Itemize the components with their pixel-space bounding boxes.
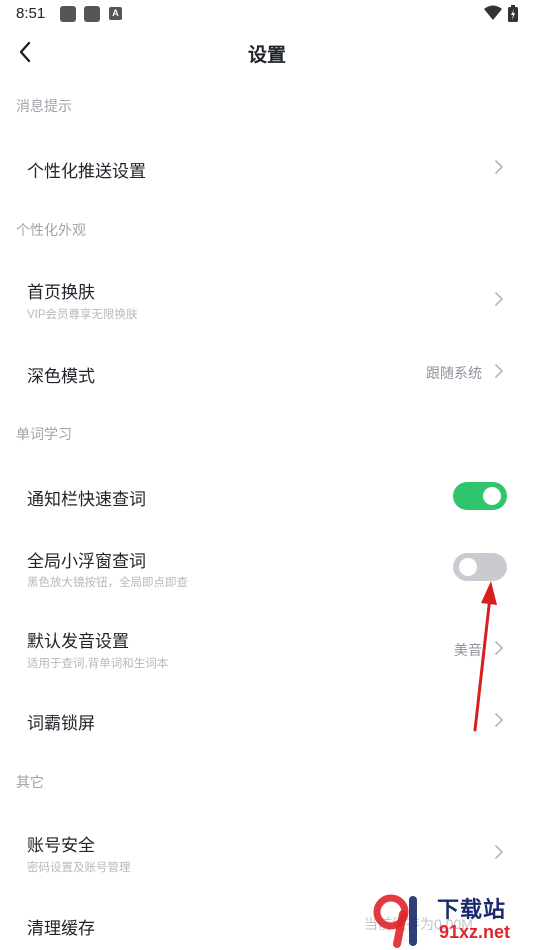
watermark: 下载站 91xz.net (359, 888, 534, 950)
row-subtitle: 适用于查词,背单词和生词本 (27, 658, 169, 670)
row-dark-mode[interactable]: 深色模式 跟随系统 (0, 338, 534, 408)
row-lock-screen[interactable]: 词霸锁屏 (0, 692, 534, 762)
row-subtitle: 密码设置及账号管理 (27, 862, 131, 874)
section-header-notifications: 消息提示 (16, 98, 72, 114)
section-header-word-learning: 单词学习 (16, 426, 72, 442)
row-title: 全局小浮窗查词 (27, 552, 146, 571)
status-bar: 8:51 A (0, 0, 534, 28)
square-icon (60, 6, 76, 22)
row-title: 默认发音设置 (27, 632, 129, 651)
toggle-knob (459, 558, 477, 576)
watermark-logo-icon (373, 894, 417, 948)
a-box-icon: A (109, 7, 122, 20)
chevron-right-icon (495, 292, 503, 306)
section-header-other: 其它 (16, 774, 44, 790)
row-title: 通知栏快速查词 (27, 490, 146, 509)
status-time: 8:51 (16, 5, 46, 22)
section-header-appearance: 个性化外观 (16, 222, 86, 238)
watermark-domain: 91xz.net (439, 922, 511, 942)
row-home-skin[interactable]: 首页换肤 VIP会员尊享无限换肤 (0, 256, 534, 338)
row-title: 清理缓存 (27, 919, 95, 938)
row-title: 个性化推送设置 (27, 162, 146, 181)
square-icon (84, 6, 100, 22)
wifi-icon (484, 5, 502, 20)
battery-charging-icon (508, 5, 518, 22)
row-pronunciation[interactable]: 默认发音设置 适用于查词,背单词和生词本 美音 (0, 610, 534, 692)
chevron-right-icon (495, 364, 503, 378)
row-title: 深色模式 (27, 367, 95, 386)
row-subtitle: VIP会员尊享无限换肤 (27, 309, 138, 321)
toggle-knob (483, 487, 501, 505)
row-push-settings[interactable]: 个性化推送设置 (0, 130, 534, 204)
row-title: 词霸锁屏 (27, 714, 95, 733)
chevron-right-icon (495, 160, 503, 174)
annotation-arrow-icon (473, 581, 497, 732)
row-subtitle: 黑色放大镜按钮，全局即点即查 (27, 577, 188, 589)
row-title: 账号安全 (27, 836, 95, 855)
page-title: 设置 (247, 45, 286, 66)
notify-lookup-toggle[interactable] (453, 482, 507, 510)
row-value: 跟随系统 (426, 365, 482, 381)
chevron-right-icon (495, 845, 503, 859)
nav-bar: 设置 (0, 28, 534, 76)
row-account-security[interactable]: 账号安全 密码设置及账号管理 (0, 810, 534, 894)
row-notify-lookup: 通知栏快速查词 (0, 460, 534, 530)
row-floating-lookup: 全局小浮窗查词 黑色放大镜按钮，全局即点即查 (0, 530, 534, 610)
watermark-title: 下载站 (437, 897, 507, 922)
row-title: 首页换肤 (27, 283, 95, 302)
